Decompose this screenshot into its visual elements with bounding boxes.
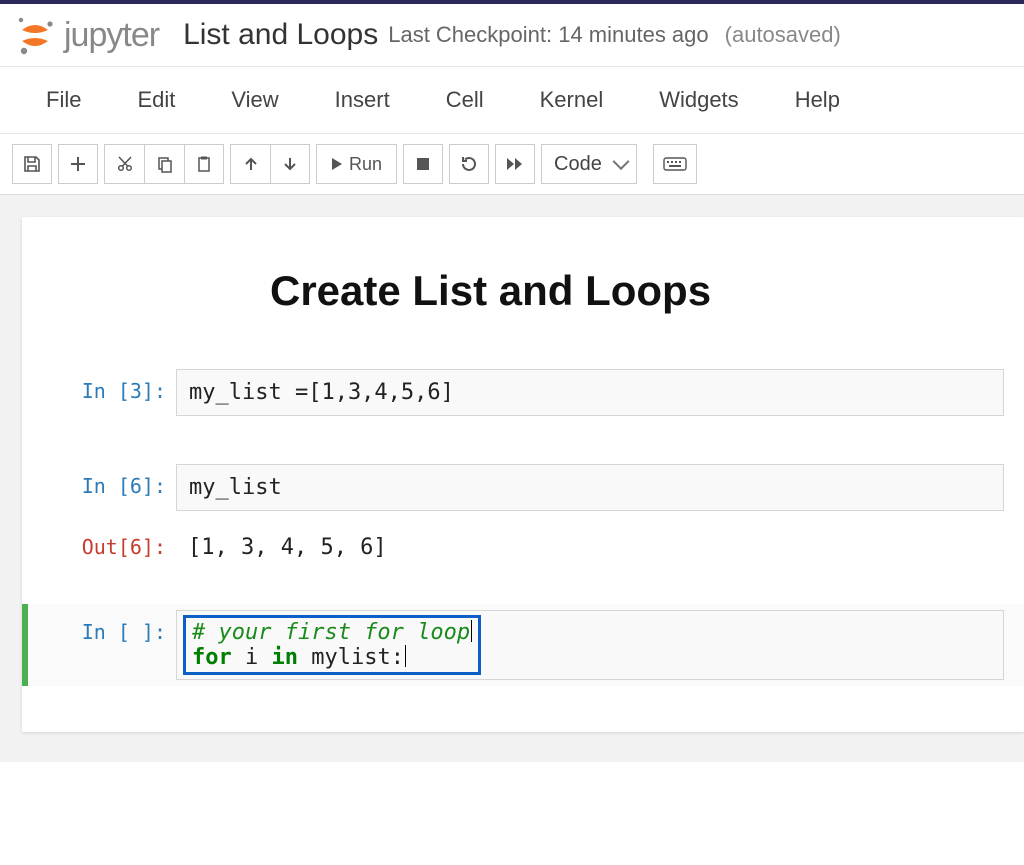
menu-insert[interactable]: Insert [307,83,418,117]
output-prompt: Out[6]: [46,525,176,570]
menu-view[interactable]: View [203,83,306,117]
toolbar: Run Code [0,134,1024,195]
copy-button[interactable] [144,144,184,184]
logo-text: jupyter [64,16,159,55]
restart-run-all-button[interactable] [495,144,535,184]
paste-button[interactable] [184,144,224,184]
notebook-name[interactable]: List and Loops [183,18,378,52]
notebook-container: Create List and Loops In [3]: my_list =[… [22,217,1024,732]
input-prompt: In [6]: [46,464,176,511]
scissors-icon [116,155,134,173]
arrow-up-icon [243,156,259,172]
jupyter-logo: jupyter [14,14,159,56]
menu-kernel[interactable]: Kernel [512,83,632,117]
celltype-select[interactable]: Code [541,144,637,184]
move-down-button[interactable] [270,144,310,184]
save-icon [23,155,41,173]
code-input[interactable]: my_list =[1,3,4,5,6] [176,369,1004,416]
paste-icon [195,155,213,173]
play-icon [331,157,343,171]
move-up-button[interactable] [230,144,270,184]
add-cell-button[interactable] [58,144,98,184]
menu-edit[interactable]: Edit [109,83,203,117]
output-text: [1, 3, 4, 5, 6] [176,525,1004,570]
header: jupyter List and Loops Last Checkpoint: … [0,4,1024,67]
jupyter-logo-icon [14,14,56,56]
menubar: File Edit View Insert Cell Kernel Widget… [0,67,1024,134]
fast-forward-icon [506,157,524,171]
autosaved-text: (autosaved) [725,22,841,48]
annotation-highlight-box: # your first for loopfor i in mylist: [183,615,481,675]
arrow-down-icon [282,156,298,172]
code-input[interactable]: my_list [176,464,1004,511]
plus-icon [69,155,87,173]
output-area: Out[6]: [1, 3, 4, 5, 6] [22,519,1024,576]
code-cell[interactable]: In [6]: my_list [22,458,1024,517]
markdown-heading[interactable]: Create List and Loops [22,267,1024,315]
save-button[interactable] [12,144,52,184]
run-label: Run [349,154,382,175]
interrupt-button[interactable] [403,144,443,184]
keyboard-icon [663,157,687,171]
code-cell-selected[interactable]: In [ ]: # your first for loopfor i in my… [22,604,1024,686]
menu-file[interactable]: File [18,83,109,117]
restart-icon [460,155,478,173]
checkpoint-text: Last Checkpoint: 14 minutes ago [388,22,708,48]
menu-widgets[interactable]: Widgets [631,83,766,117]
code-cell[interactable]: In [3]: my_list =[1,3,4,5,6] [22,363,1024,422]
restart-button[interactable] [449,144,489,184]
run-button[interactable]: Run [316,144,397,184]
code-input[interactable]: # your first for loopfor i in mylist: [176,610,1004,680]
menu-help[interactable]: Help [767,83,868,117]
input-prompt: In [ ]: [46,610,176,680]
stop-icon [416,157,430,171]
menu-cell[interactable]: Cell [418,83,512,117]
cut-button[interactable] [104,144,144,184]
copy-icon [156,155,174,173]
input-prompt: In [3]: [46,369,176,416]
command-palette-button[interactable] [653,144,697,184]
